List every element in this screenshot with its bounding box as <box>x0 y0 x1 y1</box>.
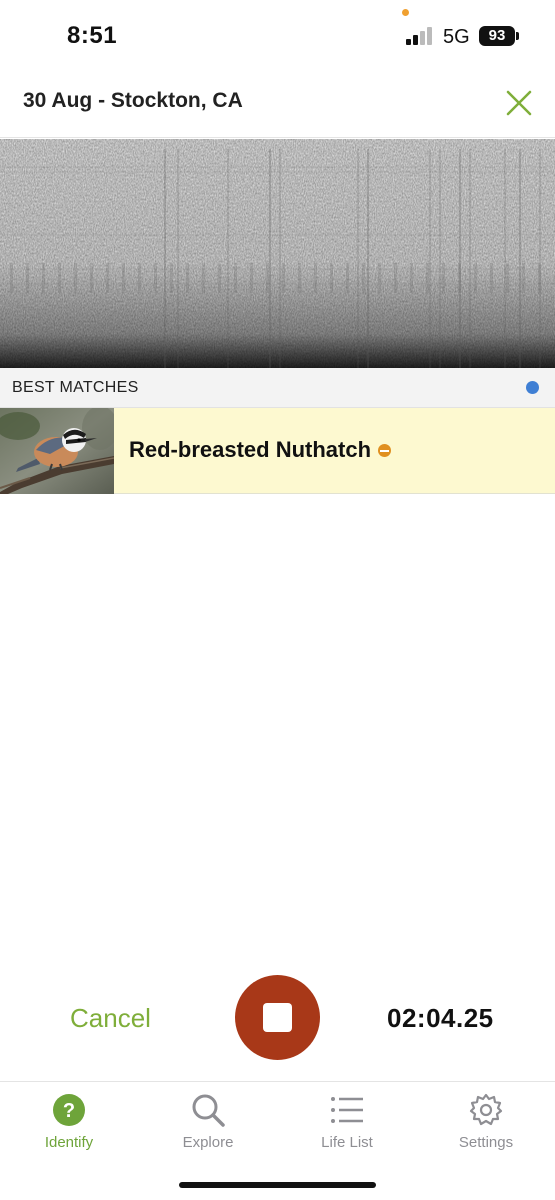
tab-life-list-label: Life List <box>321 1134 373 1151</box>
session-title: 30 Aug - Stockton, CA <box>23 89 243 112</box>
rarity-icon <box>378 443 392 457</box>
privacy-indicator-dot <box>402 9 409 16</box>
network-label: 5G <box>443 26 470 48</box>
signal-icon <box>406 27 434 45</box>
tab-life-list[interactable]: Life List <box>278 1082 416 1162</box>
stop-icon <box>263 1003 292 1032</box>
listening-indicator-dot <box>526 381 539 394</box>
search-icon <box>192 1094 225 1127</box>
spectrogram-image <box>0 139 555 368</box>
species-name-text: Red-breasted Nuthatch <box>129 437 372 462</box>
tab-explore-label: Explore <box>182 1134 234 1151</box>
match-item-red-breasted-nuthatch[interactable]: Red-breasted Nuthatch <box>0 408 555 494</box>
cancel-button[interactable]: Cancel <box>70 1003 151 1034</box>
status-time: 8:51 <box>67 22 118 49</box>
stop-recording-button[interactable] <box>235 975 320 1060</box>
status-bar: 8:51 5G 93 <box>0 0 555 70</box>
bird-thumbnail <box>0 408 114 494</box>
tab-explore[interactable]: Explore <box>139 1082 277 1162</box>
home-indicator[interactable] <box>179 1182 376 1188</box>
nuthatch-image <box>0 408 114 494</box>
spectrogram <box>0 139 555 368</box>
recording-timer: 02:04.25 <box>387 1003 494 1033</box>
close-button[interactable] <box>502 86 536 120</box>
tab-settings[interactable]: Settings <box>417 1082 555 1162</box>
species-name: Red-breasted Nuthatch <box>129 437 392 463</box>
question-icon: ? <box>53 1094 85 1126</box>
recording-header: 30 Aug - Stockton, CA <box>0 70 555 138</box>
tab-identify-label: Identify <box>44 1134 94 1151</box>
tab-identify[interactable]: ? Identify <box>0 1082 138 1162</box>
best-matches-label: BEST MATCHES <box>12 379 139 396</box>
tab-settings-label: Settings <box>458 1134 514 1151</box>
battery-icon: 93 <box>479 26 515 46</box>
gear-icon <box>469 1093 503 1126</box>
app-screen: 8:51 5G 93 30 Aug - Stockton, CA BEST MA… <box>0 0 555 1200</box>
svg-text:?: ? <box>63 1100 75 1122</box>
battery-tip <box>516 32 519 40</box>
close-icon <box>506 90 532 116</box>
list-icon <box>331 1097 363 1123</box>
best-matches-header: BEST MATCHES <box>0 368 555 408</box>
